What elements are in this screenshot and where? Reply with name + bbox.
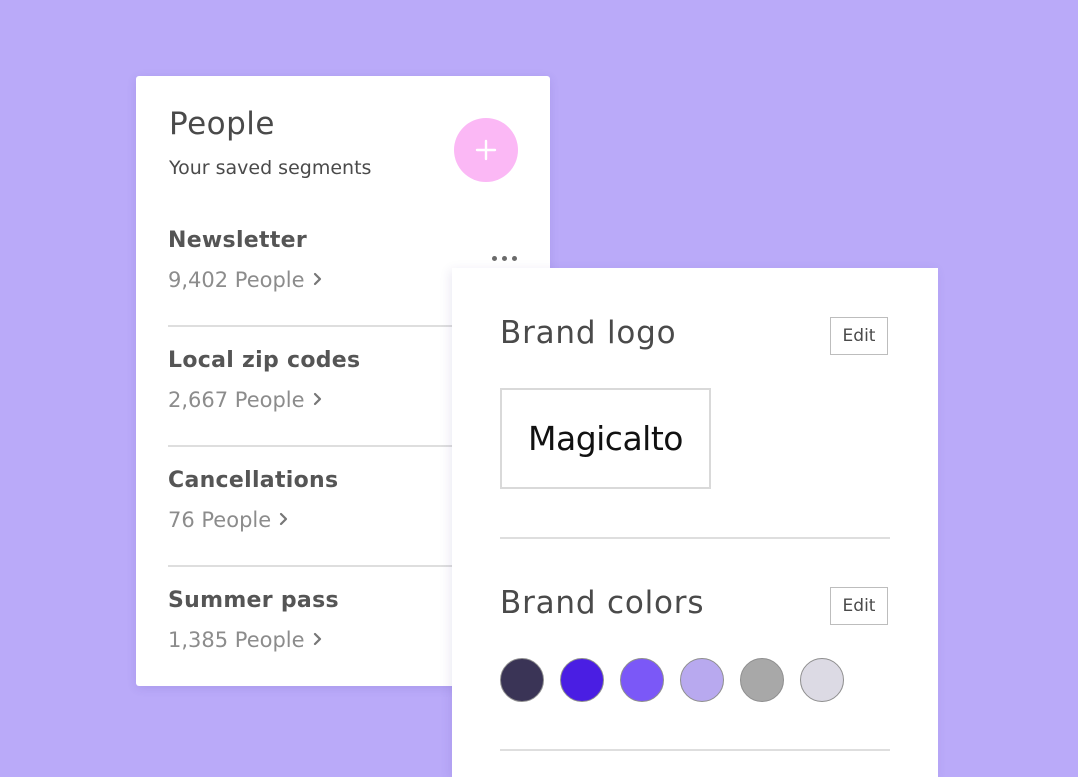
color-swatch-6[interactable] [800, 658, 844, 702]
segment-name: Newsletter [168, 228, 308, 253]
color-swatch-4[interactable] [680, 658, 724, 702]
segment-count-link[interactable]: 9,402 People [168, 268, 322, 292]
segment-count: 1,385 People [168, 628, 305, 652]
chevron-right-icon [280, 512, 288, 526]
segment-count-link[interactable]: 2,667 People [168, 388, 322, 412]
color-swatch-5[interactable] [740, 658, 784, 702]
section-divider [500, 749, 890, 751]
segment-name: Local zip codes [168, 348, 361, 373]
chevron-right-icon [313, 272, 321, 286]
chevron-right-icon [313, 632, 321, 646]
segment-count: 2,667 People [168, 388, 305, 412]
edit-logo-button[interactable]: Edit [830, 317, 888, 355]
brand-logo-heading: Brand logo [500, 315, 677, 351]
add-segment-button[interactable] [454, 118, 518, 182]
brand-logo-preview: Magicalto [500, 388, 711, 489]
chevron-right-icon [313, 392, 321, 406]
color-swatch-2[interactable] [560, 658, 604, 702]
brand-logo-text: Magicalto [528, 419, 683, 458]
color-swatch-3[interactable] [620, 658, 664, 702]
brand-card: Brand logo Edit Magicalto Brand colors E… [452, 268, 938, 777]
color-swatch-1[interactable] [500, 658, 544, 702]
color-swatch-row [500, 658, 900, 702]
segment-name: Summer pass [168, 588, 339, 613]
section-divider [500, 537, 890, 539]
segment-count: 76 People [168, 508, 272, 532]
segment-count: 9,402 People [168, 268, 305, 292]
people-title: People [169, 106, 275, 142]
people-subtitle: Your saved segments [169, 157, 372, 179]
plus-icon [475, 139, 497, 161]
segment-count-link[interactable]: 76 People [168, 508, 288, 532]
brand-colors-heading: Brand colors [500, 585, 705, 621]
edit-colors-button[interactable]: Edit [830, 587, 888, 625]
segment-name: Cancellations [168, 468, 339, 493]
segment-count-link[interactable]: 1,385 People [168, 628, 322, 652]
